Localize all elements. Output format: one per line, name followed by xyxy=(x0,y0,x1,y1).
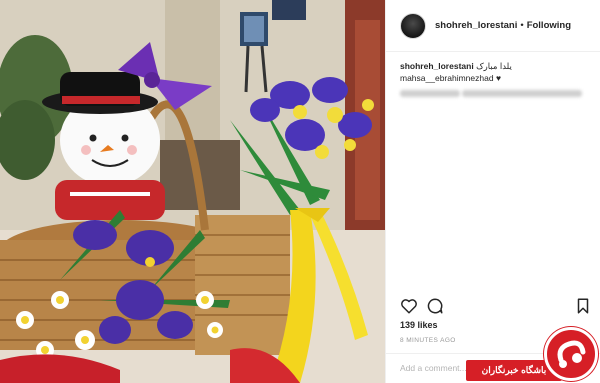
post-actions xyxy=(400,297,592,315)
post-image-illustration xyxy=(0,0,385,383)
post-caption: shohreh_lorestani یلدا مبارک mahsa__ebra… xyxy=(400,60,592,99)
following-button[interactable]: Following xyxy=(527,20,571,31)
watermark-logo-icon xyxy=(557,340,586,368)
blurred-comment xyxy=(400,87,592,99)
tagged-user-link[interactable]: mahsa__ebrahimnezhad xyxy=(400,73,494,83)
heart-emoji: ♥ xyxy=(495,73,501,83)
watermark-logo xyxy=(544,327,598,381)
comment-input[interactable]: Add a comment... xyxy=(400,363,467,373)
caption-line: shohreh_lorestani یلدا مبارک xyxy=(400,60,592,72)
post-photo[interactable] xyxy=(0,0,385,383)
post-sidebar: shohreh_lorestani • Following shohreh_lore… xyxy=(385,0,600,383)
tag-line: mahsa__ebrahimnezhad ♥ xyxy=(400,72,592,84)
caption-text: یلدا مبارک xyxy=(476,61,512,71)
avatar[interactable] xyxy=(400,12,426,39)
blurred-comment-text xyxy=(462,90,583,98)
caption-username[interactable]: shohreh_lorestani xyxy=(400,61,474,71)
heart-icon[interactable] xyxy=(400,297,418,315)
header-text: shohreh_lorestani • Following xyxy=(435,20,571,31)
blurred-comment-username xyxy=(400,90,460,98)
like-count[interactable]: 139 likes xyxy=(400,320,438,330)
header-separator: • xyxy=(520,20,524,31)
post-header: shohreh_lorestani • Following xyxy=(386,0,600,52)
username-link[interactable]: shohreh_lorestani xyxy=(435,20,517,31)
bookmark-icon[interactable] xyxy=(574,297,592,315)
speech-bubble-icon[interactable] xyxy=(426,297,444,315)
post-timestamp[interactable]: 8 MINUTES AGO xyxy=(400,337,456,344)
